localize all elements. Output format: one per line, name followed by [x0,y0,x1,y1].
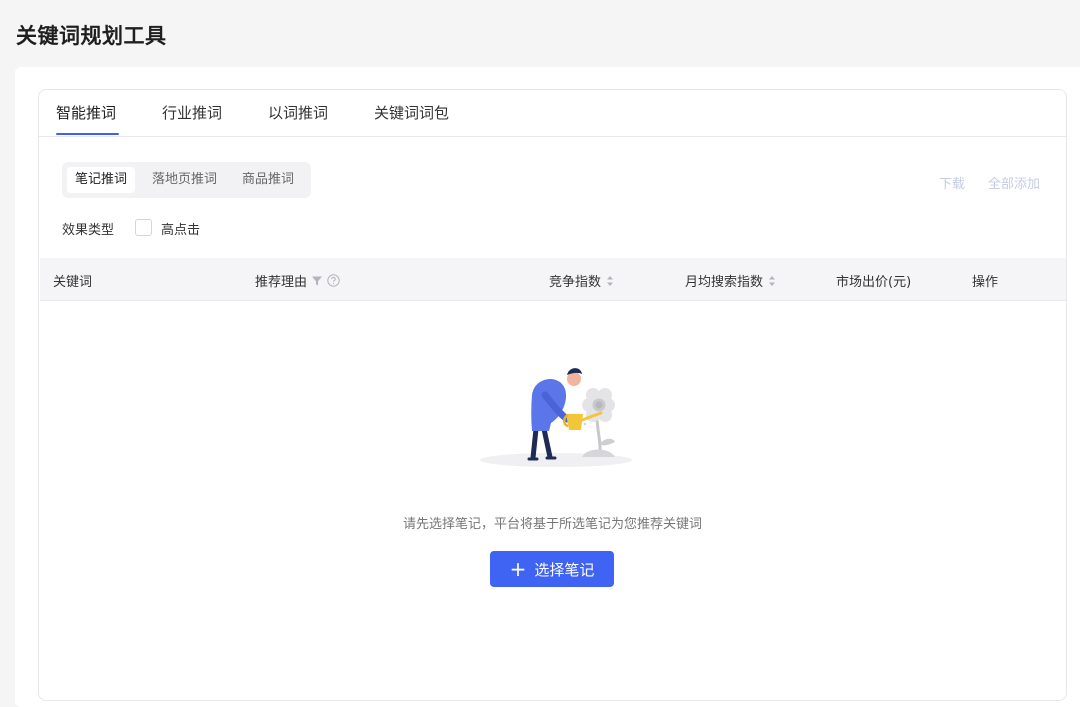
tab-active-indicator [56,133,119,135]
tab-industry-recommend[interactable]: 行业推词 [162,102,222,123]
download-link[interactable]: 下载 [939,173,965,192]
sort-icon[interactable] [767,275,777,287]
table-header: 关键词 推荐理由 竞争指数 月均搜索指数 市场出价(元) 操作 [40,258,1066,301]
filter-icon[interactable] [311,275,323,287]
tab-bar: 智能推词 行业推词 以词推词 关键词词包 [39,90,1066,137]
sort-icon[interactable] [605,275,615,287]
column-market-bid: 市场出价(元) [836,271,911,290]
source-segmented-control: 笔记推词 落地页推词 商品推词 [62,162,311,198]
empty-state-message: 请先选择笔记，平台将基于所选笔记为您推荐关键词 [402,517,702,532]
column-reason: 推荐理由 [255,271,340,290]
column-competition[interactable]: 竞争指数 [549,271,615,290]
keyword-card: 智能推词 行业推词 以词推词 关键词词包 笔记推词 落地页推词 商品推词 下载 … [38,89,1067,701]
column-competition-label: 竞争指数 [549,275,602,290]
column-reason-label: 推荐理由 [255,275,308,290]
select-note-button-label: 选择笔记 [534,560,595,579]
segment-product[interactable]: 商品推词 [234,167,302,193]
segment-note[interactable]: 笔记推词 [67,167,136,193]
column-operation: 操作 [972,271,998,290]
add-all-link[interactable]: 全部添加 [988,173,1040,192]
column-monthly-search-label: 月均搜索指数 [685,275,764,290]
high-click-checkbox[interactable] [135,219,152,236]
tab-word-recommend[interactable]: 以词推词 [268,102,328,123]
tab-keyword-package[interactable]: 关键词词包 [374,102,449,123]
column-keyword: 关键词 [53,271,92,290]
segment-landing-page[interactable]: 落地页推词 [144,167,225,193]
empty-state-illustration-icon [480,368,632,467]
page-title: 关键词规划工具 [16,24,167,48]
question-circle-icon[interactable] [327,274,340,287]
select-note-button[interactable]: + 选择笔记 [490,551,614,587]
column-operation-label: 操作 [972,275,999,290]
column-monthly-search[interactable]: 月均搜索指数 [685,271,777,290]
high-click-label[interactable]: 高点击 [161,219,200,238]
column-market-bid-label: 市场出价(元) [836,275,912,290]
column-keyword-label: 关键词 [53,275,93,290]
plus-icon: + [509,557,527,581]
tab-smart-recommend[interactable]: 智能推词 [56,102,116,123]
effect-type-label: 效果类型 [62,223,115,238]
